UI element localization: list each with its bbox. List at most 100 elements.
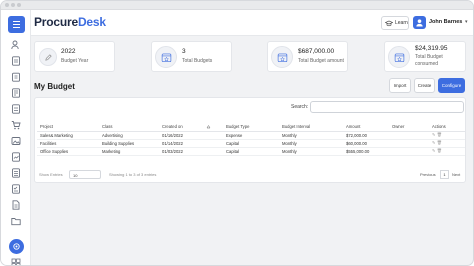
next-page-button[interactable]: Next bbox=[452, 172, 460, 177]
stat-caption: Total Budgets bbox=[182, 58, 213, 64]
stat-value: $687,000.00 bbox=[298, 48, 335, 55]
search-input[interactable] bbox=[310, 101, 464, 113]
document-icon[interactable] bbox=[11, 56, 21, 66]
delete-icon[interactable]: 🗑 bbox=[437, 132, 442, 137]
stat-value: 3 bbox=[182, 48, 186, 55]
row-actions: ✎ 🗑 bbox=[429, 139, 465, 148]
invoice-icon[interactable] bbox=[11, 88, 21, 98]
file-icon[interactable] bbox=[11, 200, 21, 210]
logo-accent: Desk bbox=[77, 15, 106, 29]
cell-amount: $72,000.00 bbox=[343, 131, 389, 140]
cell-spacer bbox=[203, 131, 223, 140]
delete-icon[interactable]: 🗑 bbox=[437, 148, 442, 153]
learn-label: Learn bbox=[395, 20, 408, 26]
table-row[interactable]: Office Supplies Marketing 01/03/2022 Cap… bbox=[37, 147, 465, 156]
column-header[interactable]: Amount bbox=[343, 123, 389, 132]
configure-button[interactable]: Configure bbox=[438, 78, 465, 93]
column-header[interactable]: Project bbox=[37, 123, 99, 132]
folder-icon[interactable] bbox=[11, 216, 21, 226]
stat-value: 2022 bbox=[61, 48, 76, 55]
cell-interval: Monthly bbox=[279, 147, 343, 156]
sort-icon[interactable] bbox=[203, 123, 223, 132]
cell-class: Marketing bbox=[99, 147, 159, 156]
window-dot[interactable] bbox=[5, 3, 9, 7]
hamburger-icon bbox=[13, 21, 20, 22]
page-title: My Budget bbox=[34, 82, 75, 91]
row-actions: ✎ 🗑 bbox=[429, 147, 465, 156]
grid-icon[interactable] bbox=[11, 258, 21, 266]
users-icon[interactable] bbox=[11, 40, 21, 50]
edit-icon[interactable]: ✎ bbox=[432, 148, 436, 153]
user-menu[interactable]: John Barnes ▾ bbox=[413, 16, 471, 30]
edit-icon[interactable]: ✎ bbox=[432, 132, 436, 137]
cell-spacer bbox=[203, 139, 223, 148]
column-header[interactable]: Owner bbox=[389, 123, 429, 132]
delete-icon[interactable]: 🗑 bbox=[437, 140, 442, 145]
receipt-icon[interactable] bbox=[11, 104, 21, 114]
checklist-icon[interactable] bbox=[11, 184, 21, 194]
top-bar: ProcureDesk Learn John Barnes ▾ bbox=[31, 10, 473, 36]
column-header[interactable]: Created on bbox=[159, 123, 203, 132]
clipboard-icon[interactable] bbox=[11, 72, 21, 82]
cell-type: Expense bbox=[223, 131, 279, 140]
table-header-row: Project Class Created on Budget Type Bud… bbox=[37, 123, 465, 132]
settings-icon bbox=[13, 243, 20, 250]
user-icon bbox=[416, 19, 423, 27]
budget-icon bbox=[388, 46, 410, 68]
window-dot[interactable] bbox=[11, 3, 15, 7]
menu-toggle-button[interactable] bbox=[8, 16, 25, 33]
row-actions: ✎ 🗑 bbox=[429, 131, 465, 140]
cell-created: 01/14/2022 bbox=[159, 139, 203, 148]
stat-card-budget-year: 2022 Budget Year bbox=[34, 41, 115, 72]
app-logo[interactable]: ProcureDesk bbox=[34, 15, 106, 29]
list-icon[interactable] bbox=[11, 168, 21, 178]
stat-card-budget-consumed: $24,319.95 Total Budget consumed bbox=[384, 41, 466, 72]
cell-owner bbox=[389, 147, 429, 156]
column-header[interactable]: Budget Interval bbox=[279, 123, 343, 132]
cell-created: 01/03/2022 bbox=[159, 147, 203, 156]
show-entries-label: Show Entries bbox=[39, 172, 63, 177]
stat-card-total-budget-amount: $687,000.00 Total Budget amount bbox=[267, 41, 348, 72]
user-name: John Barnes bbox=[429, 19, 463, 25]
entries-per-page-select[interactable]: 10 bbox=[69, 170, 101, 179]
stat-caption: Total Budget bbox=[415, 54, 443, 60]
sidebar bbox=[1, 10, 31, 266]
cell-class: Building Supplies bbox=[99, 139, 159, 148]
cell-class: Advertising bbox=[99, 131, 159, 140]
column-header[interactable]: Class bbox=[99, 123, 159, 132]
image-icon[interactable] bbox=[11, 136, 21, 146]
cell-project: Sales& Marketing bbox=[37, 131, 99, 140]
page-number-button[interactable]: 1 bbox=[440, 170, 449, 179]
budget-icon bbox=[155, 46, 177, 68]
cell-created: 01/16/2022 bbox=[159, 131, 203, 140]
previous-page-button[interactable]: Previous bbox=[420, 172, 436, 177]
report-icon[interactable] bbox=[11, 152, 21, 162]
column-header[interactable]: Budget Type bbox=[223, 123, 279, 132]
learn-button[interactable]: Learn bbox=[381, 16, 409, 30]
graduation-cap-icon bbox=[385, 20, 393, 26]
budget-nav-active[interactable] bbox=[9, 239, 24, 254]
hamburger-icon-line bbox=[13, 27, 20, 28]
stat-value: $24,319.95 bbox=[415, 45, 448, 52]
cell-project: Facilities bbox=[37, 139, 99, 148]
app-window: ProcureDesk Learn John Barnes ▾ 2022 Bud… bbox=[0, 0, 474, 266]
edit-icon[interactable]: ✎ bbox=[432, 140, 436, 145]
window-dot[interactable] bbox=[17, 3, 21, 7]
table-row[interactable]: Sales& Marketing Advertising 01/16/2022 … bbox=[37, 131, 465, 140]
cell-owner bbox=[389, 131, 429, 140]
cell-interval: Monthly bbox=[279, 139, 343, 148]
table-row[interactable]: Facilities Building Supplies 01/14/2022 … bbox=[37, 139, 465, 148]
cell-type: Capital bbox=[223, 147, 279, 156]
avatar bbox=[413, 16, 426, 29]
window-titlebar bbox=[1, 1, 473, 10]
logo-main: Procure bbox=[34, 15, 78, 29]
create-button[interactable]: Create bbox=[414, 78, 435, 93]
cart-icon[interactable] bbox=[11, 120, 21, 130]
stat-caption: Budget Year bbox=[61, 58, 89, 64]
budget-table: Project Class Created on Budget Type Bud… bbox=[37, 123, 465, 156]
stat-caption-line2: consumed bbox=[415, 61, 439, 67]
hamburger-icon-line bbox=[13, 24, 20, 25]
edit-icon bbox=[39, 48, 57, 66]
import-button[interactable]: Import bbox=[389, 78, 411, 93]
chevron-down-icon: ▾ bbox=[465, 19, 468, 25]
